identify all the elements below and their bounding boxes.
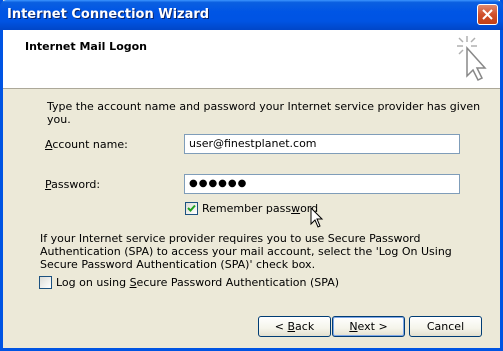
- remember-password-label[interactable]: Remember password: [202, 202, 318, 215]
- password-label: Password:: [45, 178, 100, 191]
- spa-label-post: ecure Password Authentication (SPA): [136, 276, 340, 289]
- next-mnemonic: N: [349, 320, 358, 333]
- mouse-cursor-icon: [310, 207, 324, 228]
- password-label-text: assword:: [51, 178, 101, 191]
- remember-label-mnemonic: w: [291, 202, 301, 215]
- cancel-button[interactable]: Cancel: [409, 316, 482, 337]
- back-button[interactable]: < Back: [258, 316, 331, 337]
- checkmark-icon: [187, 204, 196, 212]
- back-rest: ack: [295, 320, 315, 333]
- spa-label-mnemonic: S: [129, 276, 137, 289]
- next-button[interactable]: Next >: [332, 316, 405, 337]
- title-bar[interactable]: Internet Connection Wizard: [0, 0, 503, 30]
- spa-checkbox-label[interactable]: Log on using Secure Password Authenticat…: [56, 276, 339, 289]
- close-button[interactable]: [477, 4, 498, 25]
- back-mnemonic: B: [287, 320, 296, 333]
- remember-password-checkbox[interactable]: [185, 202, 198, 215]
- remember-label-pre: Remember pass: [202, 202, 292, 215]
- intro-text: Type the account name and password your …: [47, 100, 481, 126]
- wizard-wand-icon: [457, 36, 487, 82]
- account-name-label: Account name:: [45, 138, 128, 151]
- wizard-header: Internet Mail Logon: [3, 30, 500, 89]
- wizard-window: Internet Connection Wizard Internet Mail…: [0, 0, 503, 351]
- password-field[interactable]: ●●●●●●: [184, 174, 460, 194]
- account-name-label-text: ccount name:: [52, 138, 128, 151]
- close-icon: [482, 9, 493, 20]
- page-title: Internet Mail Logon: [25, 40, 148, 53]
- spa-description: If your Internet service provider requir…: [40, 232, 452, 271]
- spa-checkbox[interactable]: [39, 276, 52, 289]
- spa-label-pre: Log on using: [56, 276, 130, 289]
- back-prefix: <: [274, 320, 288, 333]
- next-rest: ext >: [357, 320, 388, 333]
- account-name-field[interactable]: user@finestplanet.com: [184, 134, 460, 154]
- window-title: Internet Connection Wizard: [7, 7, 210, 22]
